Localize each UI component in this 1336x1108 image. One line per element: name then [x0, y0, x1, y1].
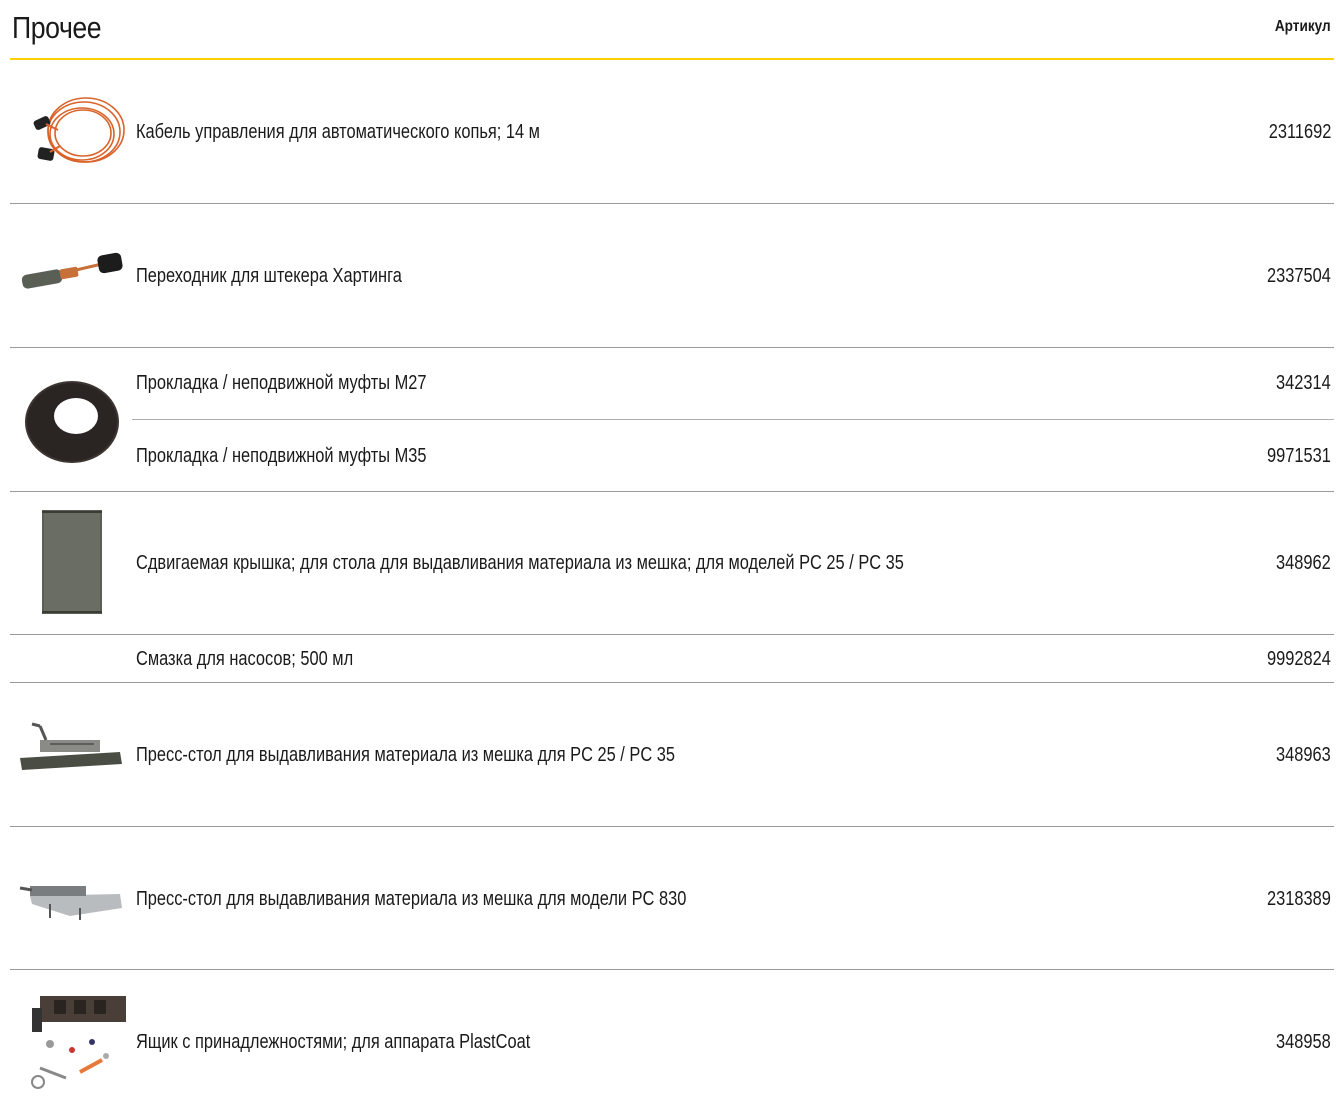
row-divider [10, 826, 1334, 827]
item-article: 348962 [1276, 552, 1331, 574]
row-divider [10, 203, 1334, 204]
sliding-cover-image [42, 510, 102, 614]
row-divider [10, 347, 1334, 348]
item-article: 9971531 [1267, 445, 1331, 467]
thumb-control-cable [10, 90, 128, 180]
press-table-image [20, 722, 122, 770]
row-divider [10, 491, 1334, 492]
item-article: 2337504 [1267, 265, 1331, 287]
item-description: Смазка для насосов; 500 мл [136, 648, 354, 670]
column-header-article: Артикул [1275, 18, 1331, 35]
header-rule [10, 58, 1334, 60]
thumb-press-table-pc830 [10, 838, 128, 958]
control-cable-image [33, 97, 125, 163]
row-divider [10, 634, 1334, 635]
item-description: Переходник для штекера Хартинга [136, 265, 402, 287]
item-article: 342314 [1276, 372, 1331, 394]
thumb-gasket [10, 352, 128, 484]
gasket-image [25, 381, 119, 463]
thumb-accessory-box [10, 982, 128, 1102]
item-article: 2318389 [1267, 888, 1331, 910]
item-article: 2311692 [1268, 121, 1331, 143]
page-title: Прочее [12, 10, 102, 45]
item-description: Сдвигаемая крышка; для стола для выдавли… [136, 552, 904, 574]
harting-adapter-image [21, 252, 123, 289]
item-article: 348958 [1276, 1031, 1331, 1053]
accessory-box-image [31, 996, 126, 1089]
item-article: 9992824 [1267, 648, 1331, 670]
row-divider [10, 682, 1334, 683]
item-description: Прокладка / неподвижной муфты M35 [136, 445, 427, 467]
row-divider-inner [132, 419, 1334, 420]
row-divider [10, 969, 1334, 970]
item-article: 348963 [1276, 744, 1331, 766]
item-description: Пресс-стол для выдавливания материала из… [136, 888, 687, 910]
press-table-pc830-image [19, 886, 122, 920]
thumb-sliding-cover [10, 502, 128, 622]
thumb-harting-adapter [10, 236, 128, 316]
thumb-press-table [10, 700, 128, 810]
item-description: Кабель управления для автоматического ко… [136, 121, 540, 143]
item-description: Пресс-стол для выдавливания материала из… [136, 744, 675, 766]
item-description: Прокладка / неподвижной муфты M27 [136, 372, 427, 394]
item-description: Ящик с принадлежностями; для аппарата Pl… [136, 1031, 531, 1053]
